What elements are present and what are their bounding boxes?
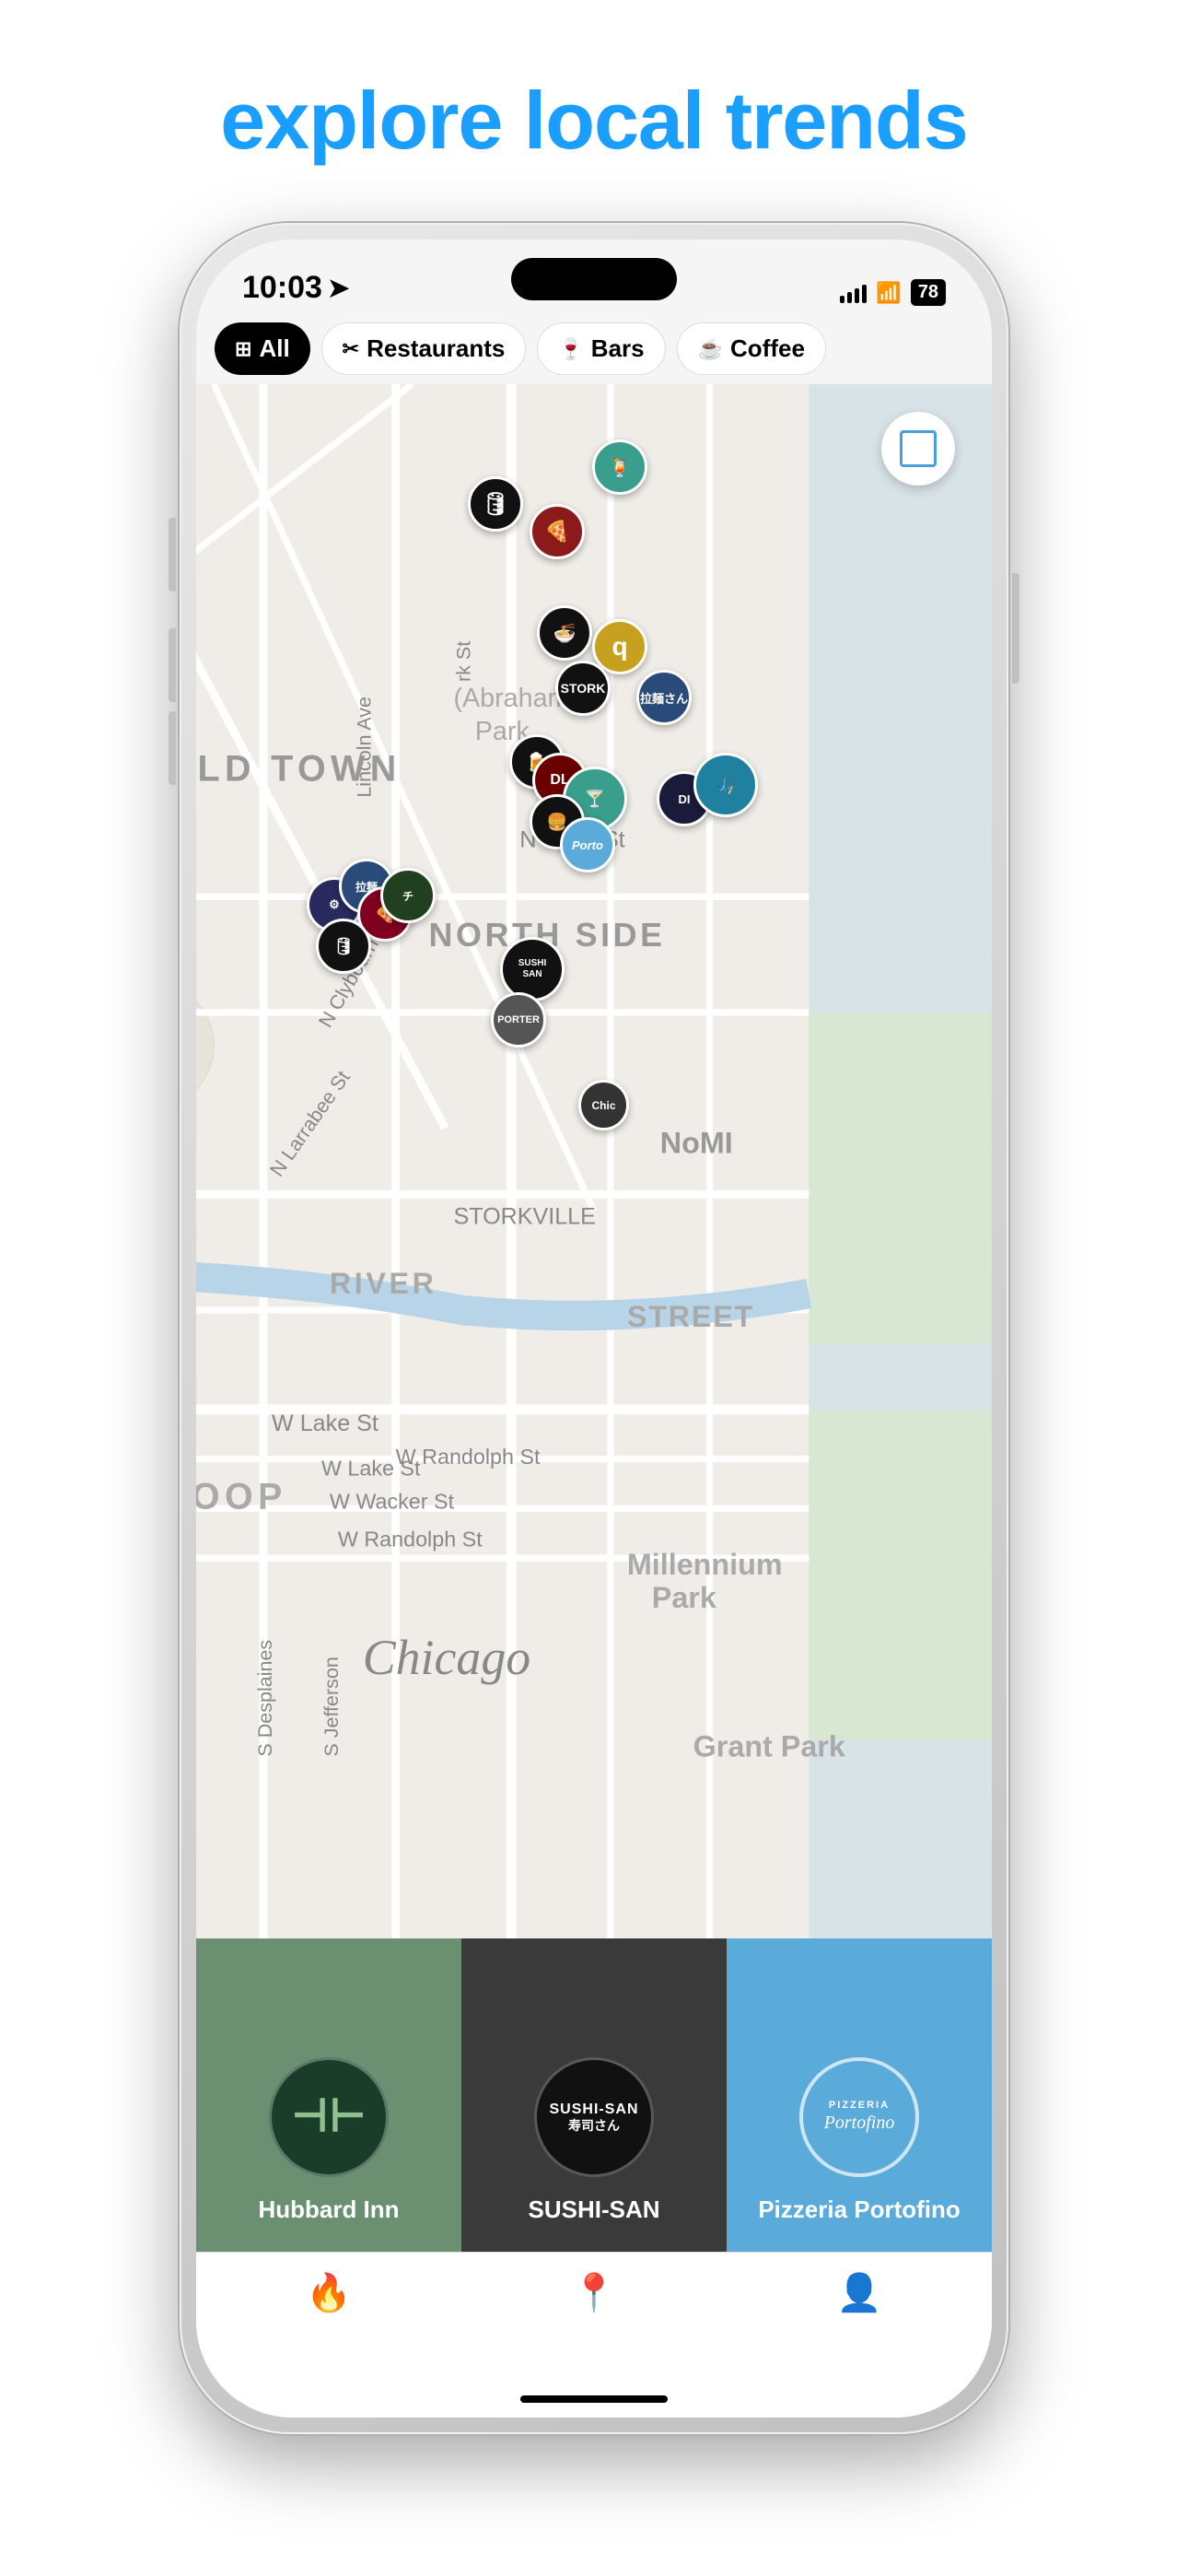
map-pin-storkville[interactable]: STORK: [555, 661, 611, 716]
svg-text:STORKVILLE: STORKVILLE: [453, 1204, 595, 1230]
map-pin-teal[interactable]: 🍹: [592, 439, 647, 495]
svg-text:STREET: STREET: [627, 1300, 754, 1333]
tab-map[interactable]: 📍: [571, 2271, 617, 2314]
svg-text:W Lake St: W Lake St: [272, 1411, 379, 1436]
svg-text:Millennium: Millennium: [627, 1548, 783, 1581]
battery-indicator: 78: [911, 279, 946, 306]
svg-text:LOOP: LOOP: [196, 1476, 287, 1516]
target-icon: [900, 430, 937, 467]
time-display: 10:03: [242, 270, 322, 306]
venue-card-portofino[interactable]: PIZZERIA Portofino Pizzeria Portofino: [727, 1938, 992, 2252]
svg-text:W Wacker St: W Wacker St: [330, 1489, 455, 1513]
svg-text:⊣⊢: ⊣⊢: [291, 2092, 367, 2141]
page-title: explore local trends: [220, 74, 967, 168]
map-svg: W Chicago Ave W Ohio St W Lake St N Clar…: [196, 384, 992, 1938]
filter-all-label: All: [259, 334, 289, 363]
hubbard-inn-name: Hubbard Inn: [258, 2195, 399, 2224]
filter-restaurants-label: Restaurants: [367, 334, 505, 363]
person-icon: 👤: [836, 2271, 882, 2314]
filter-all[interactable]: ⊞ All: [215, 322, 310, 375]
map-pin-red[interactable]: 🍕: [530, 504, 585, 559]
map-pin-barrel-2[interactable]: 🛢: [316, 919, 371, 974]
svg-text:Park: Park: [652, 1581, 716, 1614]
signal-bar-4: [862, 285, 867, 303]
svg-text:OLD TOWN: OLD TOWN: [196, 749, 402, 790]
svg-text:RIVER: RIVER: [330, 1267, 437, 1300]
flame-icon: 🔥: [306, 2271, 352, 2314]
map-pin-icon: 📍: [571, 2271, 617, 2314]
svg-text:W Lake St: W Lake St: [321, 1456, 421, 1480]
filter-bars-label: Bars: [591, 334, 645, 363]
portofino-name: Pizzeria Portofino: [758, 2195, 961, 2224]
home-bar: [520, 2395, 668, 2403]
phone-shell: 10:03 ➤ 📶 78 ⊞ All ✂ Re: [180, 223, 1008, 2434]
filter-coffee-label: Coffee: [730, 334, 805, 363]
svg-text:rk St: rk St: [452, 641, 474, 682]
tab-bar: 🔥 📍 👤: [196, 2252, 992, 2381]
sushi-san-name: SUSHI-SAN: [528, 2195, 659, 2224]
svg-text:Chicago: Chicago: [363, 1630, 530, 1685]
filter-bars[interactable]: 🍷 Bars: [537, 322, 665, 375]
portofino-logo: PIZZERIA Portofino: [799, 2057, 919, 2177]
map-pin-porter[interactable]: PORTER: [491, 992, 546, 1048]
fork-knife-icon: ✂: [343, 337, 359, 361]
grid-icon: ⊞: [235, 337, 251, 361]
status-icons: 📶 78: [840, 279, 946, 306]
svg-text:S Desplaines: S Desplaines: [254, 1640, 276, 1757]
filter-bar: ⊞ All ✂ Restaurants 🍷 Bars ☕ Coffee: [196, 313, 992, 384]
home-indicator: [196, 2381, 992, 2418]
map-pin-ramen-1[interactable]: 🍜: [537, 605, 592, 661]
tab-profile[interactable]: 👤: [836, 2271, 882, 2314]
svg-text:W Randolph St: W Randolph St: [338, 1528, 483, 1551]
dynamic-island: [511, 258, 677, 300]
wine-glass-icon: 🍷: [558, 337, 583, 361]
venue-card-hubbard-inn[interactable]: ⊣⊢ Hubbard Inn: [196, 1938, 461, 2252]
sushi-san-logo: SUSHI-SAN 寿司さん: [534, 2057, 654, 2177]
map-pin-barrel[interactable]: 🛢: [468, 476, 523, 532]
map-pin-blue-big[interactable]: 🎣: [693, 753, 758, 817]
signal-bar-3: [855, 288, 859, 303]
bottom-cards: ⊣⊢ Hubbard Inn SUSHI-SAN 寿司さん SUSHI-SAN: [196, 1938, 992, 2252]
map-pin-ramen-san-1[interactable]: 拉麺さん: [636, 670, 692, 725]
signal-bar-2: [847, 292, 852, 303]
venue-card-sushi-san[interactable]: SUSHI-SAN 寿司さん SUSHI-SAN: [461, 1938, 727, 2252]
map-pin-chicago[interactable]: Chic: [578, 1080, 629, 1130]
signal-bar-1: [840, 296, 844, 303]
tab-trending[interactable]: 🔥: [306, 2271, 352, 2314]
filter-restaurants[interactable]: ✂ Restaurants: [321, 322, 527, 375]
signal-bars: [840, 283, 867, 303]
wifi-icon: 📶: [876, 281, 901, 305]
map-pin-green[interactable]: チ: [380, 868, 436, 923]
map-pin-sushi-san[interactable]: SUSHISAN: [500, 937, 565, 1001]
filter-coffee[interactable]: ☕ Coffee: [677, 322, 826, 375]
status-time: 10:03 ➤: [242, 270, 349, 306]
svg-text:NoMI: NoMI: [660, 1127, 733, 1160]
location-arrow-icon: ➤: [328, 273, 349, 303]
map-area[interactable]: W Chicago Ave W Ohio St W Lake St N Clar…: [196, 384, 992, 1938]
svg-text:S Jefferson: S Jefferson: [320, 1657, 343, 1756]
svg-text:Grant Park: Grant Park: [693, 1730, 845, 1763]
hubbard-inn-logo: ⊣⊢: [269, 2057, 389, 2177]
coffee-cup-icon: ☕: [698, 337, 723, 361]
svg-text:N Larrabee St: N Larrabee St: [265, 1067, 355, 1181]
map-pin-portofino[interactable]: Porto: [560, 817, 615, 872]
phone-screen: 10:03 ➤ 📶 78 ⊞ All ✂ Re: [196, 240, 992, 2418]
location-target-button[interactable]: [881, 412, 955, 486]
